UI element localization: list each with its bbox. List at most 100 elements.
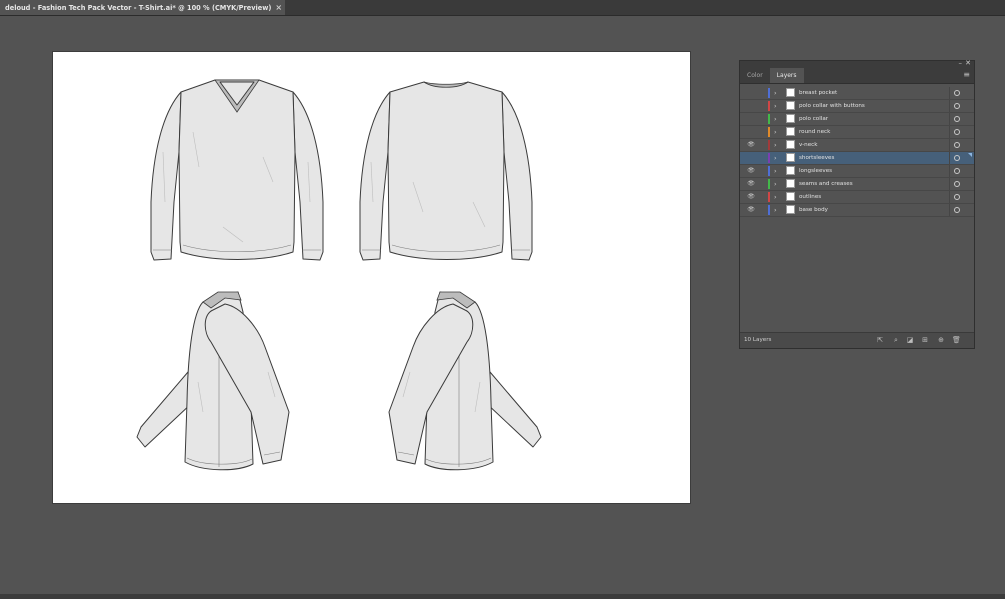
layer-name[interactable]: base body (799, 204, 828, 216)
layer-thumbnail (786, 205, 795, 214)
layer-name[interactable]: seams and creases (799, 178, 853, 190)
target-circle-icon[interactable] (954, 155, 960, 161)
panel-footer: 10 Layers ⇱ ⌕ ◪ ⊞ ⊕ 🗑 (740, 332, 974, 348)
layer-row[interactable]: 👁 › base body (740, 204, 974, 217)
row-divider (949, 87, 950, 99)
create-sublayer-icon[interactable]: ⊞ (921, 336, 929, 344)
chevron-right-icon[interactable]: › (774, 100, 777, 112)
lock-toggle[interactable] (757, 153, 767, 163)
chevron-right-icon[interactable]: › (774, 126, 777, 138)
layer-thumbnail (786, 192, 795, 201)
new-layer-icon[interactable]: ⊕ (937, 336, 945, 344)
layer-name[interactable]: round neck (799, 126, 830, 138)
lock-toggle[interactable] (757, 192, 767, 202)
row-divider (949, 191, 950, 203)
layer-color-swatch (768, 153, 770, 163)
layer-name[interactable]: longsleeves (799, 165, 832, 177)
row-divider (949, 152, 950, 164)
minimize-icon[interactable]: – (959, 59, 963, 67)
layer-name[interactable]: breast pocket (799, 87, 837, 99)
layer-thumbnail (786, 114, 795, 123)
target-circle-icon[interactable] (954, 181, 960, 187)
layer-color-swatch (768, 179, 770, 189)
chevron-right-icon[interactable]: › (774, 191, 777, 203)
target-circle-icon[interactable] (954, 168, 960, 174)
layer-name[interactable]: polo collar (799, 113, 828, 125)
chevron-right-icon[interactable]: › (774, 178, 777, 190)
left-side-view-shirt (136, 291, 290, 471)
layer-row[interactable]: 👁 › seams and creases (740, 178, 974, 191)
layers-list: › breast pocket › polo collar with buttons ›… (740, 87, 974, 217)
lock-toggle[interactable] (757, 205, 767, 215)
lock-toggle[interactable] (757, 179, 767, 189)
lock-toggle[interactable] (757, 166, 767, 176)
eye-icon[interactable] (746, 128, 756, 136)
make-clipping-mask-icon[interactable]: ◪ (906, 336, 914, 344)
eye-icon[interactable] (746, 102, 756, 110)
eye-icon[interactable]: 👁 (746, 141, 756, 149)
lock-toggle[interactable] (757, 88, 767, 98)
eye-icon[interactable]: 👁 (746, 167, 756, 175)
export-icon[interactable]: ⇱ (876, 336, 884, 344)
locate-object-icon[interactable]: ⌕ (892, 336, 900, 344)
target-circle-icon[interactable] (954, 129, 960, 135)
layer-thumbnail (786, 140, 795, 149)
layer-row[interactable]: › polo collar (740, 113, 974, 126)
layer-row[interactable]: › breast pocket (740, 87, 974, 100)
layer-thumbnail (786, 166, 795, 175)
layer-row[interactable]: › round neck (740, 126, 974, 139)
tab-layers[interactable]: Layers (769, 68, 804, 83)
panel-tabs: Color Layers ≡ (740, 68, 974, 84)
target-circle-icon[interactable] (954, 142, 960, 148)
layer-name[interactable]: shortsleeves (799, 152, 834, 164)
layer-color-swatch (768, 192, 770, 202)
layers-panel: – ✕ Color Layers ≡ › breast pocket › polo c… (739, 59, 975, 349)
row-divider (949, 204, 950, 216)
trash-icon[interactable]: 🗑 (952, 336, 961, 344)
row-divider (949, 139, 950, 151)
eye-icon[interactable]: 👁 (746, 180, 756, 188)
eye-icon[interactable] (746, 115, 756, 123)
garment-illustrations: .g { fill:#e6e6e6; stroke:#3a3a3a; strok… (136, 79, 542, 471)
panel-title-bar[interactable]: – ✕ (740, 59, 974, 68)
chevron-right-icon[interactable]: › (774, 139, 777, 151)
target-circle-icon[interactable] (954, 103, 960, 109)
layer-row[interactable]: 👁 › v-neck (740, 139, 974, 152)
eye-icon[interactable] (746, 89, 756, 97)
close-icon[interactable]: ✕ (965, 59, 971, 67)
chevron-right-icon[interactable]: › (774, 87, 777, 99)
lock-toggle[interactable] (757, 114, 767, 124)
row-divider (949, 126, 950, 138)
layer-thumbnail (786, 127, 795, 136)
layer-row[interactable]: 👁 › outlines (740, 191, 974, 204)
layer-row[interactable]: › polo collar with buttons (740, 100, 974, 113)
artboard[interactable]: .g { fill:#e6e6e6; stroke:#3a3a3a; strok… (53, 52, 690, 503)
layer-name[interactable]: v-neck (799, 139, 817, 151)
layer-color-swatch (768, 127, 770, 137)
layer-color-swatch (768, 205, 770, 215)
layer-row[interactable]: › shortsleeves (740, 152, 974, 165)
hamburger-menu-icon[interactable]: ≡ (963, 70, 970, 79)
layer-name[interactable]: outlines (799, 191, 821, 203)
chevron-right-icon[interactable]: › (774, 152, 777, 164)
layer-row[interactable]: 👁 › longsleeves (740, 165, 974, 178)
chevron-right-icon[interactable]: › (774, 204, 777, 216)
eye-icon[interactable] (746, 154, 756, 162)
eye-icon[interactable]: 👁 (746, 193, 756, 201)
document-tab[interactable]: deloud - Fashion Tech Pack Vector - T-Sh… (0, 0, 286, 15)
target-circle-icon[interactable] (954, 90, 960, 96)
chevron-right-icon[interactable]: › (774, 113, 777, 125)
chevron-right-icon[interactable]: › (774, 165, 777, 177)
tab-color[interactable]: Color (740, 68, 770, 83)
lock-toggle[interactable] (757, 127, 767, 137)
target-circle-icon[interactable] (954, 116, 960, 122)
lock-toggle[interactable] (757, 140, 767, 150)
close-icon[interactable]: × (275, 3, 282, 12)
layer-name[interactable]: polo collar with buttons (799, 100, 865, 112)
lock-toggle[interactable] (757, 101, 767, 111)
eye-icon[interactable]: 👁 (746, 206, 756, 214)
back-view-shirt (359, 81, 533, 261)
row-divider (949, 178, 950, 190)
target-circle-icon[interactable] (954, 194, 960, 200)
target-circle-icon[interactable] (954, 207, 960, 213)
